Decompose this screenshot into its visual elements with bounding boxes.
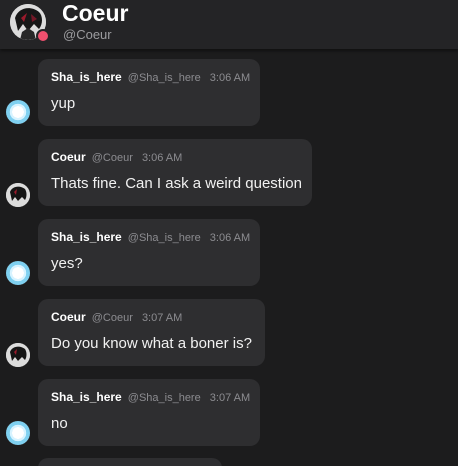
message-time: 3:07 AM [209,392,251,404]
message-bubble[interactable]: Sha_is_here @Sha_is_here 3:07 AM no [38,379,260,446]
message-bubble[interactable]: Sha_is_here @Sha_is_here 3:06 AM yes? [38,219,260,286]
message-author[interactable]: Sha_is_here [51,70,122,84]
conversation-header: Coeur @Coeur [0,0,458,49]
message-handle: @Sha_is_here [127,392,201,404]
message-meta: Coeur @Coeur 3:07 AM [51,310,182,325]
message-text: no [51,415,68,432]
partial-message-bubble[interactable] [38,458,222,466]
online-status-icon [36,29,50,43]
message-bubble[interactable]: Coeur @Coeur 3:07 AM Do you know what a … [38,299,265,366]
conversation-name: Coeur [62,0,129,26]
message-text: Thats fine. Can I ask a weird question [51,175,302,192]
conversation-handle: @Coeur [63,27,112,42]
message-meta: Coeur @Coeur 3:06 AM [51,150,182,165]
bubble-avatar-icon[interactable] [6,261,30,285]
message-time: 3:06 AM [209,72,251,84]
message-text: yes? [51,255,83,272]
message-author[interactable]: Coeur [51,310,86,324]
message-handle: @Sha_is_here [127,232,201,244]
anime-character-avatar-icon[interactable] [6,343,30,367]
bubble-avatar-icon[interactable] [6,100,30,124]
message-meta: Sha_is_here @Sha_is_here 3:06 AM [51,70,250,85]
message-handle: @Coeur [91,152,133,164]
message-list[interactable]: Sha_is_here @Sha_is_here 3:06 AM yup Coe… [0,49,458,466]
bubble-avatar-icon[interactable] [6,421,30,445]
message-handle: @Sha_is_here [127,72,201,84]
message-handle: @Coeur [91,312,133,324]
message-meta: Sha_is_here @Sha_is_here 3:07 AM [51,390,250,405]
chat-window: Coeur @Coeur Sha_is_here @Sha_is_here 3:… [0,0,458,466]
anime-character-avatar-icon[interactable] [6,183,30,207]
message-meta: Sha_is_here @Sha_is_here 3:06 AM [51,230,250,245]
message-text: Do you know what a boner is? [51,335,252,352]
message-time: 3:06 AM [141,152,183,164]
message-text: yup [51,95,76,112]
message-author[interactable]: Sha_is_here [51,390,122,404]
message-bubble[interactable]: Coeur @Coeur 3:06 AM Thats fine. Can I a… [38,139,312,206]
message-time: 3:06 AM [209,232,251,244]
message-time: 3:07 AM [141,312,183,324]
message-author[interactable]: Coeur [51,150,86,164]
message-author[interactable]: Sha_is_here [51,230,122,244]
message-bubble[interactable]: Sha_is_here @Sha_is_here 3:06 AM yup [38,59,260,126]
